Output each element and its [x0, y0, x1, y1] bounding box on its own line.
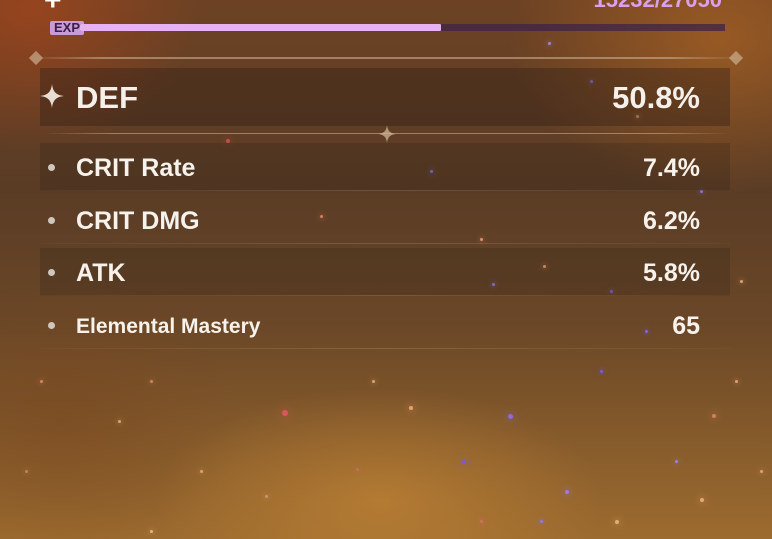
particle	[200, 470, 203, 473]
exp-label: EXP	[50, 21, 85, 35]
bullet-icon	[48, 217, 55, 224]
four-point-star-icon	[40, 84, 64, 108]
substat-value: 7.4%	[643, 154, 700, 182]
particle	[282, 410, 288, 416]
particle	[615, 520, 619, 524]
substat-name: Elemental Mastery	[76, 315, 261, 338]
particle	[372, 380, 375, 383]
particle	[150, 380, 153, 383]
particle	[265, 495, 268, 498]
particle	[540, 520, 543, 523]
particle	[675, 460, 678, 463]
particle	[548, 42, 551, 45]
particle	[118, 420, 121, 423]
substat-value: 65	[672, 312, 700, 340]
main-stat-name: DEF	[76, 80, 138, 115]
particle	[760, 470, 763, 473]
particle	[600, 370, 603, 373]
particle	[356, 468, 359, 471]
particle	[508, 414, 513, 419]
substat-row: CRIT Rate 7.4%	[40, 143, 730, 191]
particle	[462, 460, 466, 464]
substat-row: CRIT DMG 6.2%	[40, 196, 730, 244]
particle	[480, 520, 483, 523]
substat-name: CRIT Rate	[76, 154, 196, 182]
particle	[40, 380, 43, 383]
exp-bar	[80, 24, 725, 31]
bullet-icon	[48, 164, 55, 171]
particle	[740, 280, 743, 283]
ornament-right-diamond	[728, 50, 744, 66]
divider-star-icon	[378, 125, 396, 143]
top-ornament-line	[30, 57, 742, 59]
particle	[565, 490, 569, 494]
substat-name: CRIT DMG	[76, 207, 200, 235]
substat-row: Elemental Mastery 65	[40, 301, 730, 349]
bullet-icon	[48, 322, 55, 329]
exp-bar-fill	[80, 24, 442, 31]
particle	[700, 498, 704, 502]
ornament-left-diamond	[28, 50, 44, 66]
exp-count: 15232/27050	[594, 0, 722, 13]
substat-value: 5.8%	[643, 259, 700, 287]
main-stat-value: 50.8%	[612, 80, 700, 115]
particle	[712, 414, 716, 418]
bullet-icon	[48, 269, 55, 276]
substat-row: ATK 5.8%	[40, 248, 730, 296]
substat-name: ATK	[76, 259, 126, 287]
particle	[25, 470, 28, 473]
particle	[735, 380, 738, 383]
particle	[150, 530, 153, 533]
artifact-level-fragment: +	[44, 0, 64, 17]
particle	[409, 406, 413, 410]
substat-value: 6.2%	[643, 207, 700, 235]
